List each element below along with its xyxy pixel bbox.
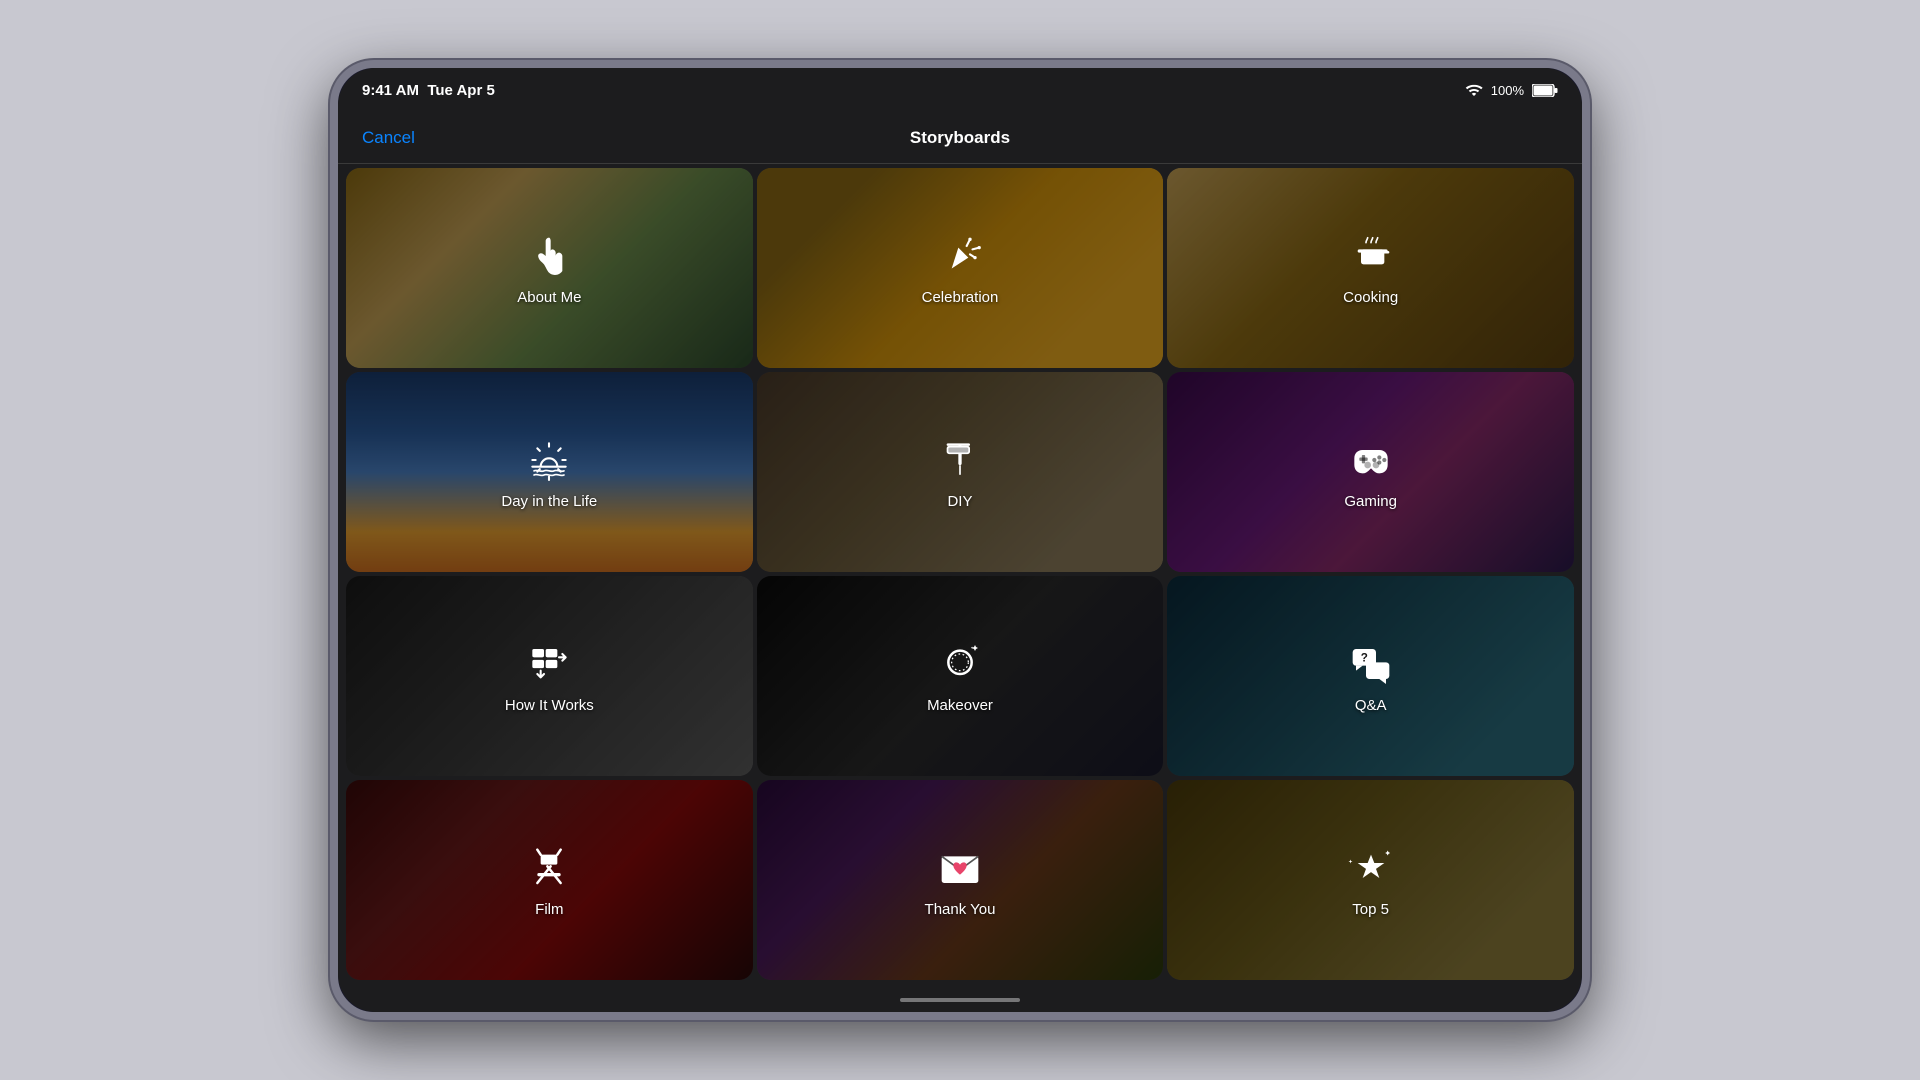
mirror-icon	[935, 639, 985, 689]
grid-item-about-me[interactable]: About Me	[346, 168, 753, 368]
grid-item-celebration[interactable]: Celebration	[757, 168, 1164, 368]
star-icon	[1346, 843, 1396, 893]
status-bar: 9:41 AM Tue Apr 5 100%	[338, 68, 1582, 112]
grid-item-gaming[interactable]: Gaming	[1167, 372, 1574, 572]
gears-icon	[524, 639, 574, 689]
about-me-label: About Me	[517, 289, 581, 306]
cooking-icon	[1346, 231, 1396, 281]
day-in-life-label: Day in the Life	[501, 493, 597, 510]
envelope-icon	[935, 843, 985, 893]
grid-item-cooking[interactable]: Cooking	[1167, 168, 1574, 368]
nav-bar: Cancel Storyboards	[338, 112, 1582, 164]
hand-icon	[524, 231, 574, 281]
grid-item-diy[interactable]: DIY	[757, 372, 1164, 572]
wifi-icon	[1465, 81, 1483, 99]
top-5-label: Top 5	[1352, 901, 1389, 918]
director-chair-icon	[524, 843, 574, 893]
grid-item-how-it-works[interactable]: How It Works	[346, 576, 753, 776]
celebration-label: Celebration	[922, 289, 999, 306]
status-time: 9:41 AM Tue Apr 5	[362, 82, 495, 99]
svg-text:?: ?	[1360, 651, 1367, 664]
diy-label: DIY	[947, 493, 972, 510]
grid-item-film[interactable]: Film	[346, 780, 753, 980]
makeover-label: Makeover	[927, 697, 993, 714]
home-bar	[900, 998, 1020, 1002]
cooking-label: Cooking	[1343, 289, 1398, 306]
grid-item-day-in-life[interactable]: Day in the Life	[346, 372, 753, 572]
battery-percentage: 100%	[1491, 83, 1524, 98]
grid-item-makeover[interactable]: Makeover	[757, 576, 1164, 776]
qa-label: Q&A	[1355, 697, 1387, 714]
thank-you-label: Thank You	[925, 901, 996, 918]
home-indicator	[338, 988, 1582, 1012]
grid-item-top-5[interactable]: Top 5	[1167, 780, 1574, 980]
gaming-label: Gaming	[1344, 493, 1397, 510]
film-label: Film	[535, 901, 563, 918]
grid-item-thank-you[interactable]: Thank You	[757, 780, 1164, 980]
qa-icon: ?	[1346, 639, 1396, 689]
battery-icon	[1532, 84, 1558, 97]
status-right: 100%	[1465, 81, 1558, 99]
device-frame: 9:41 AM Tue Apr 5 100% Cancel Storyboard…	[330, 60, 1590, 1020]
page-title: Storyboards	[910, 128, 1010, 148]
gamepad-icon	[1346, 435, 1396, 485]
grid-item-qa[interactable]: ? Q&A	[1167, 576, 1574, 776]
sunset-icon	[524, 435, 574, 485]
side-button	[330, 488, 332, 518]
storyboard-grid: About Me Celebration	[338, 164, 1582, 988]
device-screen: 9:41 AM Tue Apr 5 100% Cancel Storyboard…	[338, 68, 1582, 1012]
how-it-works-label: How It Works	[505, 697, 594, 714]
paintroller-icon	[935, 435, 985, 485]
celebration-icon	[935, 231, 985, 281]
cancel-button[interactable]: Cancel	[362, 128, 415, 148]
